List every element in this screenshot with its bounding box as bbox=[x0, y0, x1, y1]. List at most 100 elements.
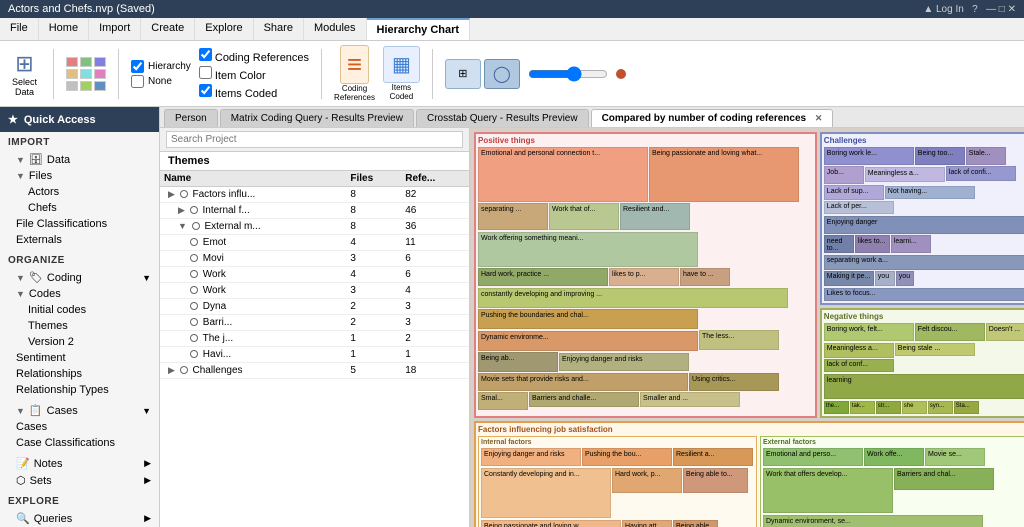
block-learni[interactable]: learni... bbox=[891, 235, 931, 253]
block-likes-focus[interactable]: Likes to focus... bbox=[824, 288, 1024, 301]
none-checkbox[interactable] bbox=[131, 75, 144, 88]
tab-modules[interactable]: Modules bbox=[304, 18, 367, 40]
sidebar-item-externals[interactable]: Externals bbox=[0, 232, 159, 248]
if-block-passionate[interactable]: Being passionate and loving w... bbox=[481, 520, 621, 527]
zoom-slider[interactable] bbox=[528, 66, 608, 82]
block-beingtoo[interactable]: Being too... bbox=[915, 147, 965, 165]
block-job[interactable]: Job... bbox=[824, 166, 864, 184]
block-enjoying[interactable]: Enjoying danger and risks bbox=[559, 353, 689, 371]
block-separating[interactable]: separating ... bbox=[478, 203, 548, 230]
sidebar-item-relationship-types[interactable]: Relationship Types bbox=[0, 382, 159, 398]
block-passionate[interactable]: Being passionate and loving what... bbox=[649, 147, 799, 202]
tab-explore[interactable]: Explore bbox=[195, 18, 253, 40]
view-grid-button[interactable]: ⊞ bbox=[445, 59, 481, 89]
block-being-stale[interactable]: Being stale ... bbox=[895, 343, 975, 356]
table-row[interactable]: Movi 3 6 bbox=[160, 251, 469, 267]
sidebar-item-sets[interactable]: ⬡ Sets ▶ bbox=[0, 472, 159, 489]
block-constantly[interactable]: constantly developing and improving ... bbox=[478, 288, 788, 308]
sidebar-item-notes[interactable]: 📝 Notes ▶ bbox=[0, 455, 159, 472]
block-movie-sets[interactable]: Movie sets that provide risks and... bbox=[478, 373, 688, 391]
sidebar-item-case-classifications[interactable]: Case Classifications bbox=[0, 435, 159, 451]
block-theless[interactable]: The less... bbox=[699, 330, 779, 350]
table-row[interactable]: Dyna 2 3 bbox=[160, 299, 469, 315]
block-neg2[interactable]: tak... bbox=[850, 401, 875, 414]
ef-block-workof[interactable]: Work offe... bbox=[864, 448, 924, 466]
row-expand[interactable]: ▶ bbox=[178, 205, 185, 215]
block-hard-work[interactable]: Hard work, practice ... bbox=[478, 268, 608, 286]
sidebar-item-cases-group[interactable]: ▼ 📋 Cases ▼ bbox=[0, 402, 159, 419]
sidebar-item-sentiment[interactable]: Sentiment bbox=[0, 350, 159, 366]
select-data-button[interactable]: ⊞ SelectData bbox=[8, 49, 41, 99]
block-neg4[interactable]: she bbox=[902, 401, 927, 414]
coding-refs-checkbox-label[interactable]: Coding References bbox=[199, 48, 309, 64]
col-files[interactable]: Files bbox=[346, 171, 401, 187]
items-coded-button[interactable]: ▦ ItemsCoded bbox=[383, 46, 420, 101]
block-emotional[interactable]: Emotional and personal connection t... bbox=[478, 147, 648, 202]
tab-crosstab[interactable]: Crosstab Query - Results Preview bbox=[416, 109, 589, 127]
ef-block-emotional[interactable]: Emotional and perso... bbox=[763, 448, 863, 466]
sidebar-item-coding[interactable]: ▼ 🏷 Coding ▼ bbox=[0, 269, 159, 286]
block-separating-w[interactable]: separating work a... bbox=[824, 255, 1024, 270]
table-row[interactable]: The j... 1 2 bbox=[160, 331, 469, 347]
table-row[interactable]: Work 4 6 bbox=[160, 267, 469, 283]
none-checkbox-label[interactable]: None bbox=[131, 75, 191, 88]
block-neg6[interactable]: Sta... bbox=[954, 401, 979, 414]
sidebar-item-relationships[interactable]: Relationships bbox=[0, 366, 159, 382]
block-lack-conf[interactable]: lack of confi... bbox=[946, 166, 1016, 181]
items-coded-checkbox-label[interactable]: Items Coded bbox=[199, 84, 309, 100]
block-barriers[interactable]: Barriers and challe... bbox=[529, 392, 639, 407]
block-you2[interactable]: you bbox=[896, 271, 914, 286]
table-row[interactable]: ▶ Factors influ... 8 82 bbox=[160, 187, 469, 203]
col-name[interactable]: Name bbox=[160, 171, 346, 187]
sidebar-item-initial-codes[interactable]: Initial codes bbox=[0, 302, 159, 318]
table-row[interactable]: Barri... 2 3 bbox=[160, 315, 469, 331]
sidebar-item-version2[interactable]: Version 2 bbox=[0, 334, 159, 350]
sidebar-item-chefs[interactable]: Chefs bbox=[0, 200, 159, 216]
table-row[interactable]: ▶ Challenges 5 18 bbox=[160, 363, 469, 379]
if-block-resilient[interactable]: Resilient a... bbox=[673, 448, 753, 466]
ef-block-dynamic[interactable]: Dynamic environment, se... bbox=[763, 515, 983, 527]
block-lack-sup[interactable]: Lack of sup... bbox=[824, 185, 884, 200]
block-neg1[interactable]: the... bbox=[824, 401, 849, 414]
block-learning[interactable]: learning bbox=[824, 374, 1024, 399]
table-row[interactable]: Emot 4 11 bbox=[160, 235, 469, 251]
row-expand[interactable]: ▶ bbox=[168, 189, 175, 199]
search-input[interactable] bbox=[166, 131, 463, 148]
sidebar-item-themes[interactable]: Themes bbox=[0, 318, 159, 334]
ef-block-workoffers[interactable]: Work that offers develop... bbox=[763, 468, 893, 513]
block-doesnt[interactable]: Doesn't ... bbox=[986, 323, 1024, 341]
block-enjoying-danger[interactable]: Enjoying danger bbox=[824, 216, 1024, 234]
sidebar-item-files[interactable]: ▼ Files bbox=[0, 168, 159, 184]
block-smaller[interactable]: Smaller and ... bbox=[640, 392, 740, 407]
block-dynamic[interactable]: Dynamic environme... bbox=[478, 331, 698, 351]
coding-refs-checkbox[interactable] bbox=[199, 48, 212, 61]
tab-file[interactable]: File bbox=[0, 18, 39, 40]
if-block-having-att[interactable]: Having att... bbox=[622, 520, 672, 527]
tab-person[interactable]: Person bbox=[164, 109, 218, 127]
block-pushing[interactable]: Pushing the boundaries and chal... bbox=[478, 309, 698, 329]
block-smal[interactable]: Smal... bbox=[478, 392, 528, 410]
block-likes-to[interactable]: likes to... bbox=[855, 235, 890, 253]
if-block-beingable2[interactable]: Being able... bbox=[673, 520, 718, 527]
coding-references-button[interactable]: ≡ CodingReferences bbox=[334, 45, 375, 102]
block-making-it-p[interactable]: Making it pe... bbox=[824, 271, 874, 286]
block-felt-discou[interactable]: Felt discou... bbox=[915, 323, 985, 341]
row-expand[interactable]: ▼ bbox=[178, 221, 187, 231]
block-stale[interactable]: Stale... bbox=[966, 147, 1006, 165]
sidebar-item-queries[interactable]: 🔍 Queries ▶ bbox=[0, 510, 159, 527]
block-meaningless[interactable]: Meaningless a... bbox=[865, 167, 945, 182]
ef-block-barriers[interactable]: Barriers and chal... bbox=[894, 468, 994, 490]
sidebar-item-file-classifications[interactable]: File Classifications bbox=[0, 216, 159, 232]
sidebar-item-actors[interactable]: Actors bbox=[0, 184, 159, 200]
table-row[interactable]: Havi... 1 1 bbox=[160, 347, 469, 363]
sidebar-item-data[interactable]: ▼ 🗄 Data bbox=[0, 151, 159, 168]
row-expand[interactable]: ▶ bbox=[168, 365, 175, 375]
block-need-to[interactable]: need to... bbox=[824, 235, 854, 253]
hierarchy-checkbox-label[interactable]: Hierarchy bbox=[131, 60, 191, 73]
hierarchy-checkbox[interactable] bbox=[131, 60, 144, 73]
block-workof[interactable]: Work that of... bbox=[549, 203, 619, 230]
tab-matrix-coding[interactable]: Matrix Coding Query - Results Preview bbox=[220, 109, 414, 127]
block-neg5[interactable]: syn... bbox=[928, 401, 953, 414]
if-block-pushing[interactable]: Pushing the bou... bbox=[582, 448, 672, 466]
tab-hierarchy-chart[interactable]: Hierarchy Chart bbox=[367, 18, 471, 40]
